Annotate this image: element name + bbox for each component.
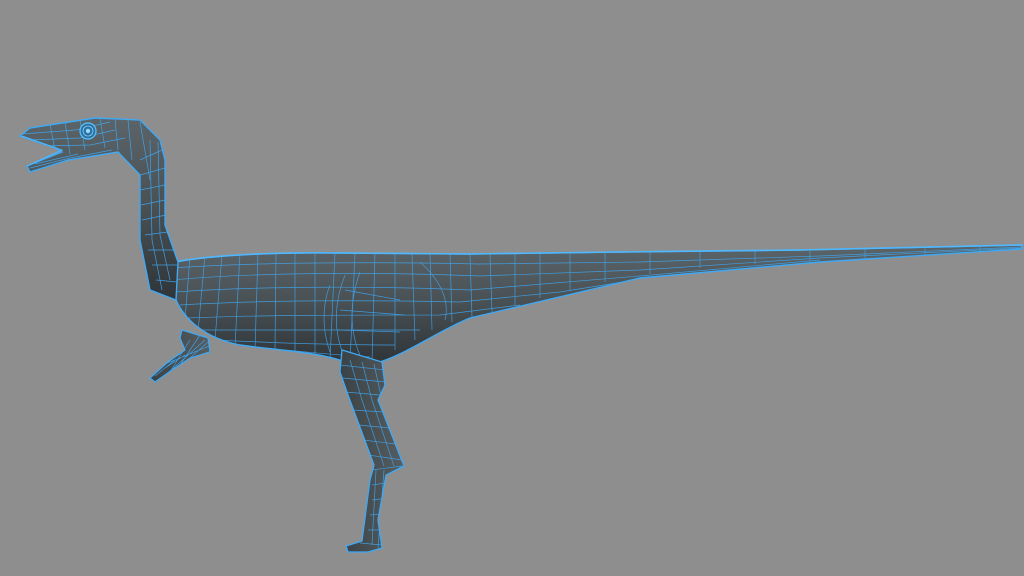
eye-icon	[79, 122, 97, 140]
dinosaur-model	[18, 117, 1023, 553]
body-and-tail	[170, 244, 1023, 363]
3d-viewport[interactable]	[0, 0, 1024, 576]
neck-and-head	[18, 117, 179, 301]
front-arm	[149, 329, 211, 383]
hind-leg	[339, 349, 405, 553]
